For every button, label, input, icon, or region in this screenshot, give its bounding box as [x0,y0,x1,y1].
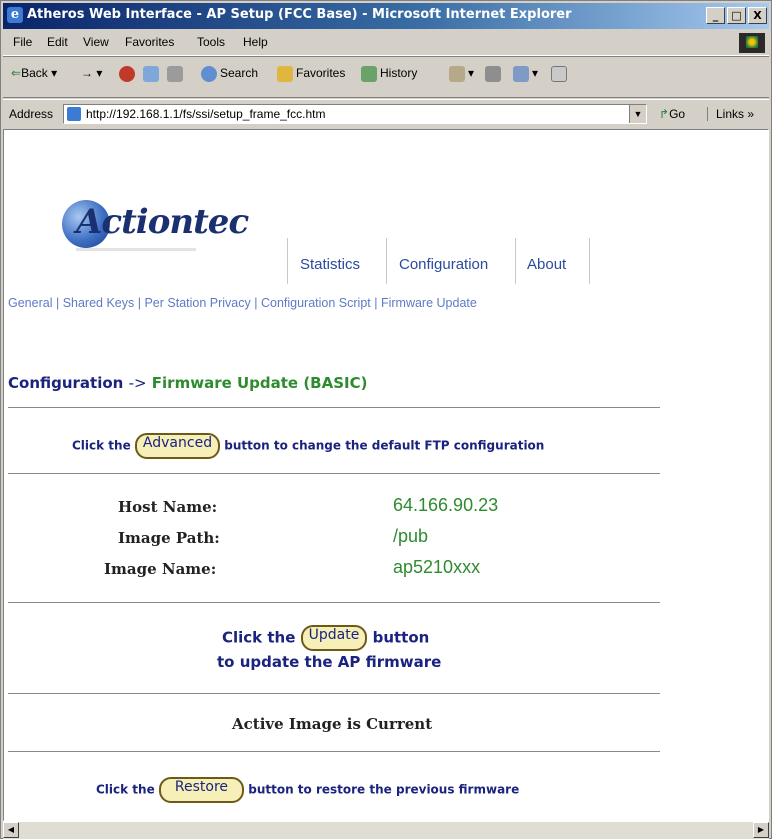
mail-button[interactable]: ▾ [449,66,474,82]
address-bar: Address http://192.168.1.1/fs/ssi/setup_… [3,99,769,128]
go-button[interactable]: ↱Go [659,107,685,121]
mail-icon [449,66,465,82]
address-input[interactable]: http://192.168.1.1/fs/ssi/setup_frame_fc… [63,104,647,124]
menu-favorites[interactable]: Favorites [125,35,174,49]
address-dropdown-icon[interactable]: ▼ [629,105,646,123]
print-icon [485,66,501,82]
edit-icon [513,66,529,82]
advanced-instruction: Click the Advanced button to change the … [72,433,544,459]
go-arrow-icon: ↱ [659,107,670,121]
history-button[interactable]: History [361,66,417,82]
host-name-value: 64.166.90.23 [393,495,499,515]
divider [8,473,660,474]
home-icon [167,66,183,82]
host-name-label: Host Name: [118,498,218,516]
page-content: Actiontec Statistics Configuration About… [3,129,769,821]
discuss-icon [551,66,567,82]
forward-button[interactable]: → ▾ [81,66,102,80]
ie-logo-icon: e [7,7,23,23]
close-button[interactable]: X [748,7,767,24]
home-button[interactable] [167,66,186,82]
menu-view[interactable]: View [83,35,109,49]
page-icon [67,107,81,121]
links-button[interactable]: Links » [707,107,754,121]
stop-icon [119,66,135,82]
horizontal-scrollbar[interactable]: ◀ ▶ [3,821,769,839]
restore-button[interactable]: Restore [158,777,245,803]
address-url: http://192.168.1.1/fs/ssi/setup_frame_fc… [86,107,326,121]
forward-arrow-icon: → ▾ [81,66,103,80]
print-button[interactable] [485,66,504,82]
actiontec-logo: Actiontec [46,188,249,258]
status-text: Active Image is Current [232,715,433,733]
brand-wordmark: Actiontec [76,202,249,242]
menu-edit[interactable]: Edit [47,35,68,49]
windows-logo-icon [739,33,765,53]
back-button[interactable]: ⇐Back ▾ [11,66,57,80]
scroll-right-icon[interactable]: ▶ [753,822,769,838]
refresh-button[interactable] [143,66,162,82]
favorites-icon [277,66,293,82]
nav-divider [386,238,387,284]
browser-window: e Atheros Web Interface - AP Setup (FCC … [0,0,772,839]
scroll-left-icon[interactable]: ◀ [3,822,19,838]
subnav-configuration-script[interactable]: Configuration Script [261,296,371,310]
image-name-value: ap5210xxx [393,557,481,577]
search-icon [201,66,217,82]
nav-divider [589,238,590,284]
restore-instruction: Click the Restore button to restore the … [96,777,519,803]
nav-configuration[interactable]: Configuration [399,256,488,273]
logo-tagline [76,248,196,251]
menu-file[interactable]: File [13,35,32,49]
menu-help[interactable]: Help [243,35,268,49]
subnav-shared-keys[interactable]: Shared Keys [63,296,135,310]
breadcrumb: Configuration -> Firmware Update (BASIC) [8,374,367,392]
refresh-icon [143,66,159,82]
sub-nav: General | Shared Keys | Per Station Priv… [8,296,477,310]
history-icon [361,66,377,82]
title-bar: e Atheros Web Interface - AP Setup (FCC … [3,3,769,29]
nav-statistics[interactable]: Statistics [300,256,360,273]
menu-tools[interactable]: Tools [197,35,225,49]
subnav-per-station-privacy[interactable]: Per Station Privacy [144,296,250,310]
search-button[interactable]: Search [201,66,258,82]
discuss-button[interactable] [551,66,570,82]
divider [8,602,660,603]
update-instruction-line2: to update the AP firmware [217,653,442,671]
nav-divider [287,238,288,284]
subnav-general[interactable]: General [8,296,52,310]
update-instruction: Click the Update button [222,625,429,651]
minimize-button[interactable]: _ [706,7,725,24]
stop-button[interactable] [119,66,138,82]
subnav-firmware-update[interactable]: Firmware Update [381,296,477,310]
image-path-label: Image Path: [118,529,220,547]
back-arrow-icon: ⇐ [11,66,22,80]
page-title: Firmware Update (BASIC) [151,374,368,392]
update-button[interactable]: Update [300,625,368,651]
breadcrumb-arrow: -> [128,374,147,392]
window-title: Atheros Web Interface - AP Setup (FCC Ba… [27,7,572,22]
breadcrumb-section: Configuration [8,374,124,392]
maximize-button[interactable]: □ [727,7,746,24]
menu-bar: File Edit View Favorites Tools Help [3,31,769,56]
divider [8,693,660,694]
divider [8,751,660,752]
address-label: Address [9,107,54,121]
toolbar: ⇐Back ▾ → ▾ Search Favorites History ▾ ▾ [3,57,769,98]
divider [8,407,660,408]
image-path-value: /pub [393,526,429,546]
favorites-button[interactable]: Favorites [277,66,345,82]
nav-divider [515,238,516,284]
nav-about[interactable]: About [527,256,566,273]
advanced-button[interactable]: Advanced [134,433,221,459]
edit-button[interactable]: ▾ [513,66,538,82]
image-name-label: Image Name: [104,560,217,578]
